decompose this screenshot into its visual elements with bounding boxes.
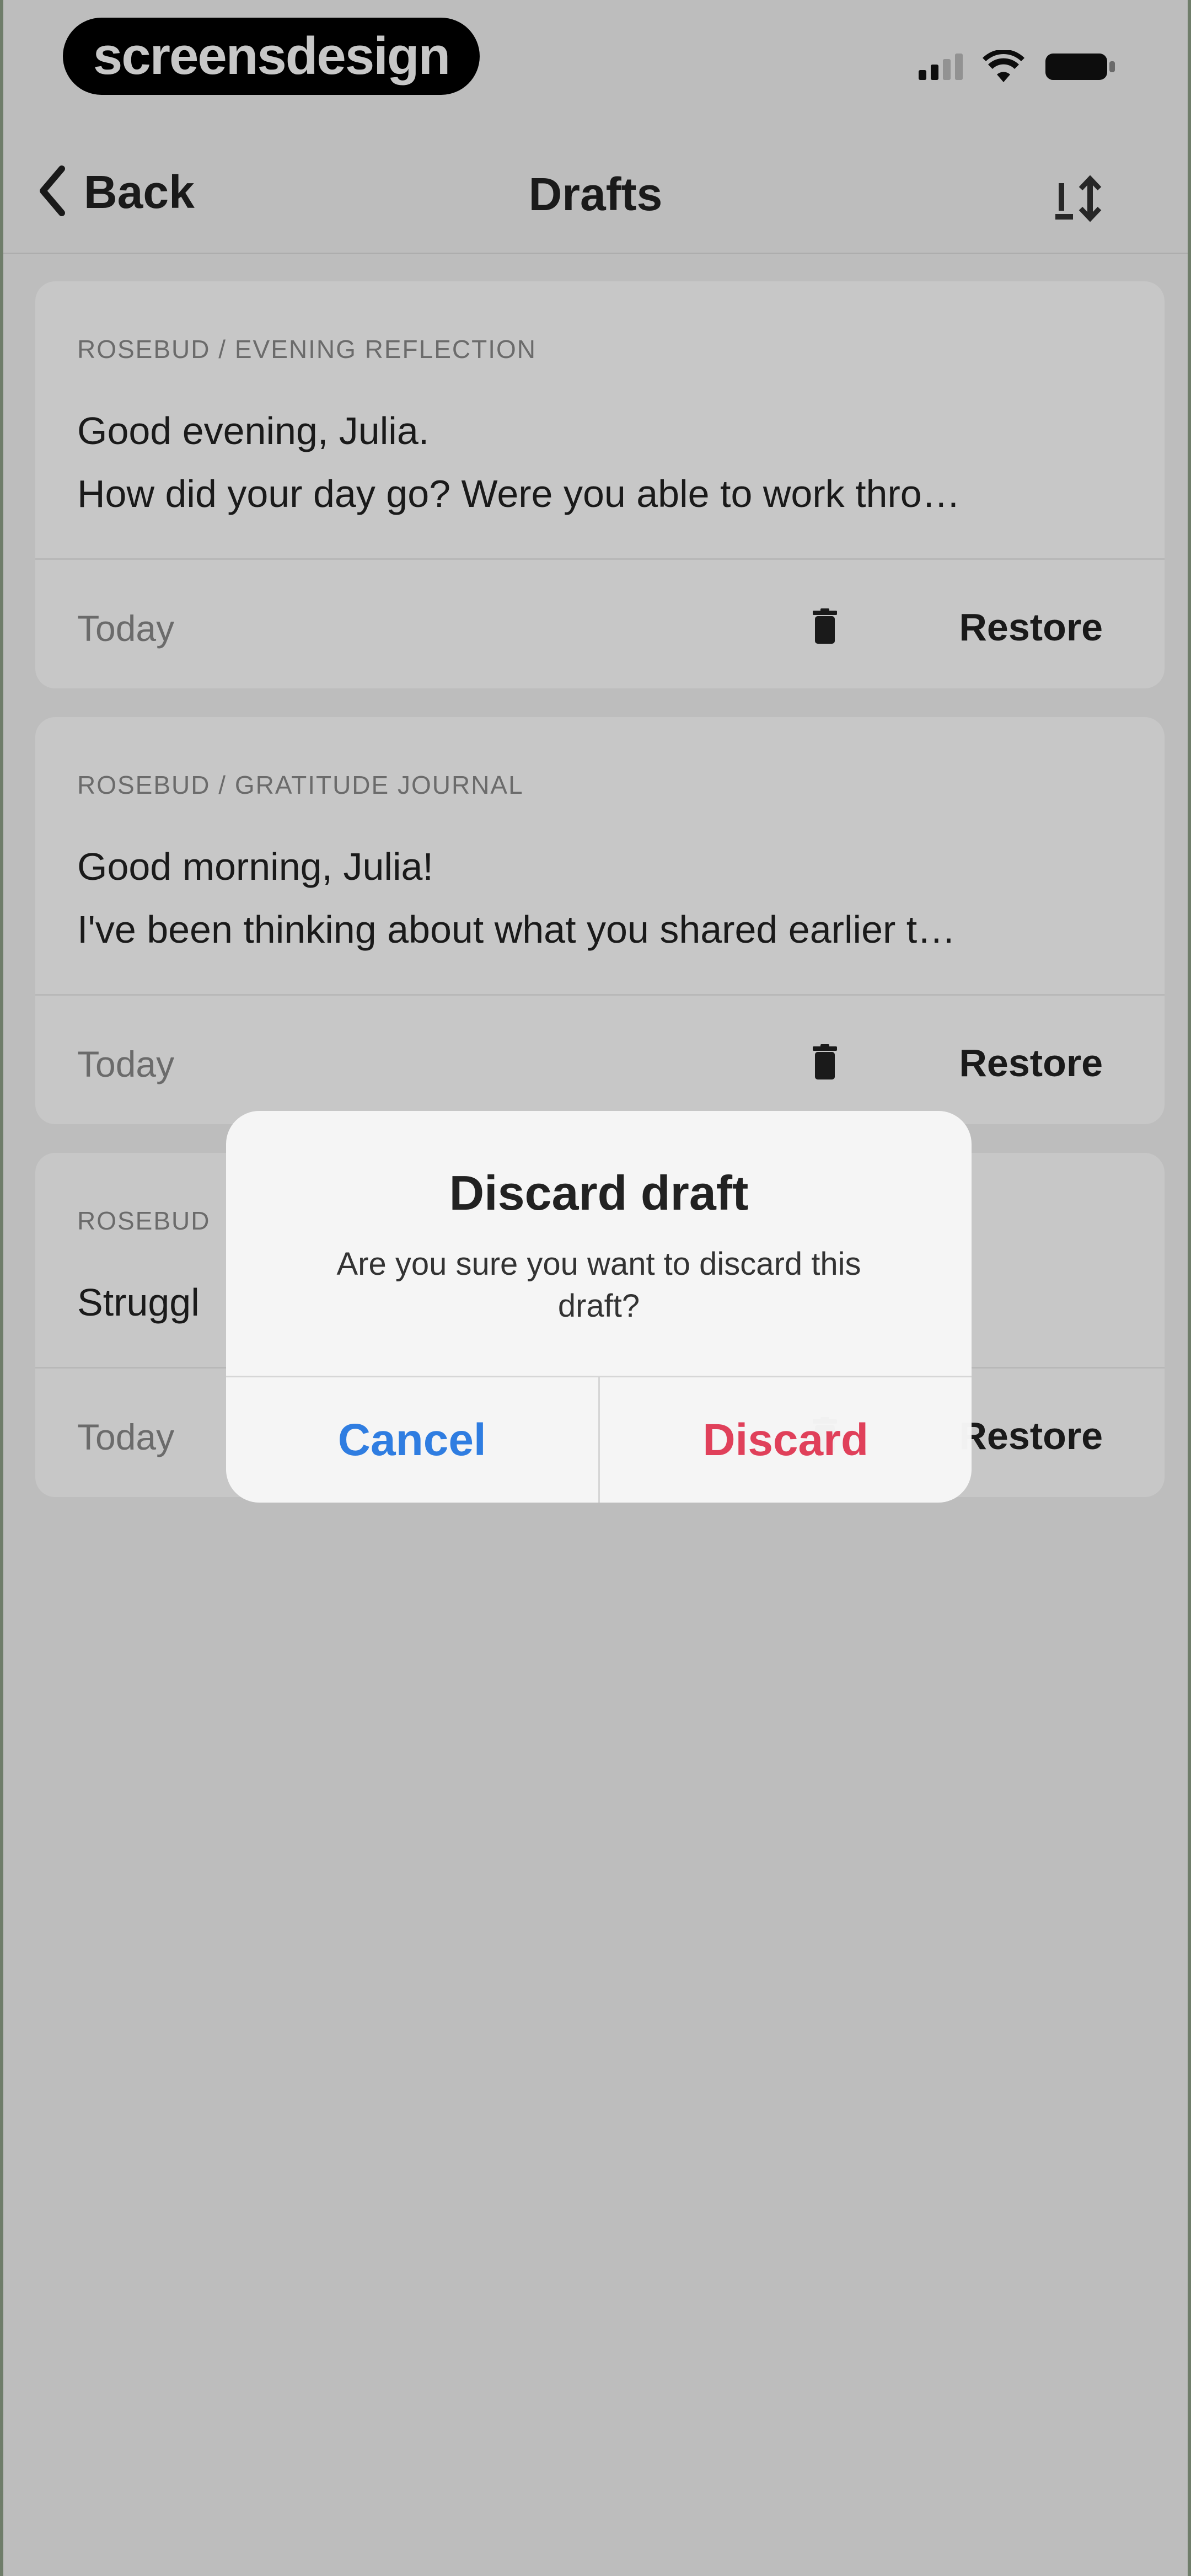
alert-actions: Cancel Discard [226,1376,972,1503]
cancel-button[interactable]: Cancel [226,1377,600,1503]
alert-title: Discard draft [449,1166,749,1220]
discard-button[interactable]: Discard [600,1377,972,1503]
app-screen: screensdesign Back Drafts ROSEBUD / EVEN… [0,0,1191,2576]
discard-alert: Discard draft Are you sure you want to d… [226,1111,972,1503]
alert-message: Are you sure you want to discard this dr… [336,1246,861,1324]
